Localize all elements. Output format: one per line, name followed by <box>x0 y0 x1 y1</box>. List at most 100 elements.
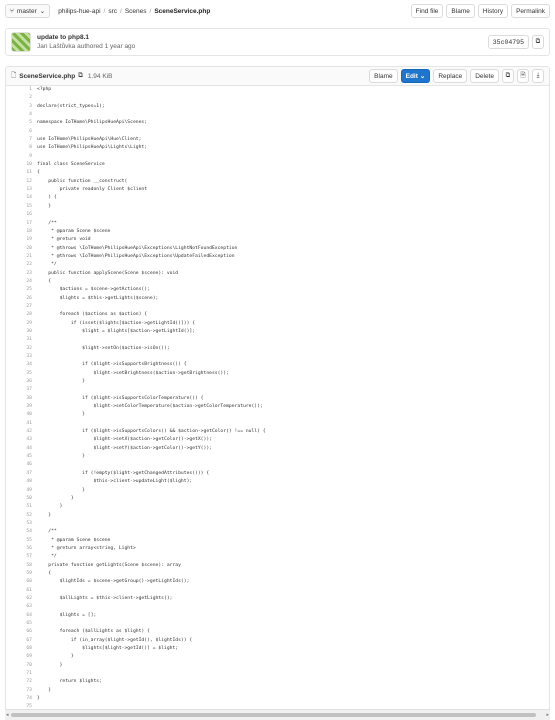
line-number[interactable]: 62 <box>6 595 37 603</box>
download-icon[interactable]: ⤓ <box>532 69 544 83</box>
line-number[interactable]: 39 <box>6 403 37 411</box>
line-number[interactable]: 22 <box>6 261 37 269</box>
line-number[interactable]: 29 <box>6 320 37 328</box>
line-number[interactable]: 60 <box>6 578 37 586</box>
line-number[interactable]: 30 <box>6 328 37 336</box>
line-number[interactable]: 63 <box>6 603 37 611</box>
line-number[interactable]: 8 <box>6 144 37 152</box>
copy-path-icon[interactable]: ⧉ <box>78 72 83 80</box>
line-number[interactable]: 71 <box>6 670 37 678</box>
line-number[interactable]: 17 <box>6 220 37 228</box>
blame-button[interactable]: Blame <box>446 4 475 18</box>
line-number[interactable]: 37 <box>6 386 37 394</box>
line-number[interactable]: 53 <box>6 520 37 528</box>
line-number[interactable]: 16 <box>6 211 37 219</box>
line-number[interactable]: 28 <box>6 311 37 319</box>
line-number[interactable]: 50 <box>6 495 37 503</box>
raw-file-icon[interactable]: 🗎 <box>517 69 529 83</box>
line-number[interactable]: 40 <box>6 411 37 419</box>
scroll-right-icon[interactable]: ▸ <box>546 712 549 718</box>
line-number[interactable]: 65 <box>6 620 37 628</box>
line-number[interactable]: 13 <box>6 186 37 194</box>
line-number[interactable]: 41 <box>6 420 37 428</box>
line-number[interactable]: 34 <box>6 361 37 369</box>
line-number[interactable]: 57 <box>6 553 37 561</box>
line-number[interactable]: 70 <box>6 662 37 670</box>
horizontal-scrollbar[interactable]: ◂ ▸ <box>5 709 550 720</box>
line-number[interactable]: 38 <box>6 395 37 403</box>
line-number[interactable]: 55 <box>6 537 37 545</box>
line-number[interactable]: 5 <box>6 119 37 127</box>
line-number[interactable]: 47 <box>6 470 37 478</box>
code-line: 64 $lights = []; <box>6 612 549 620</box>
copy-contents-icon[interactable]: ⧉ <box>502 69 514 83</box>
line-number[interactable]: 21 <box>6 253 37 261</box>
line-number[interactable]: 25 <box>6 286 37 294</box>
line-number[interactable]: 14 <box>6 194 37 202</box>
line-number[interactable]: 33 <box>6 353 37 361</box>
line-number[interactable]: 11 <box>6 169 37 177</box>
line-number[interactable]: 43 <box>6 436 37 444</box>
line-number[interactable]: 56 <box>6 545 37 553</box>
line-number[interactable]: 26 <box>6 295 37 303</box>
history-button[interactable]: History <box>477 4 509 18</box>
line-number[interactable]: 49 <box>6 487 37 495</box>
line-number[interactable]: 74 <box>6 695 37 703</box>
line-number[interactable]: 46 <box>6 461 37 469</box>
line-number[interactable]: 2 <box>6 94 37 102</box>
line-number[interactable]: 15 <box>6 203 37 211</box>
commit-title[interactable]: update to php8.1 <box>37 34 135 41</box>
line-number[interactable]: 12 <box>6 178 37 186</box>
line-number[interactable]: 24 <box>6 278 37 286</box>
avatar[interactable] <box>11 32 31 52</box>
permalink-button[interactable]: Permalink <box>511 4 550 18</box>
breadcrumb-src[interactable]: src <box>108 8 117 15</box>
breadcrumb-repo[interactable]: philips-hue-api <box>58 8 100 15</box>
line-number[interactable]: 1 <box>6 86 37 94</box>
line-number[interactable]: 48 <box>6 478 37 486</box>
copy-icon[interactable]: ⧉ <box>532 35 544 49</box>
line-number[interactable]: 66 <box>6 628 37 636</box>
code-view[interactable]: 1 <?php 2 3 declare(strict_types=1); 4 5 namesp… <box>6 86 549 712</box>
commit-sha[interactable]: 35c04795 <box>487 35 529 49</box>
line-number[interactable]: 61 <box>6 587 37 595</box>
scrollbar-thumb[interactable] <box>11 713 536 717</box>
line-number[interactable]: 3 <box>6 103 37 111</box>
line-number[interactable]: 51 <box>6 503 37 511</box>
line-number[interactable]: 23 <box>6 270 37 278</box>
line-number[interactable]: 19 <box>6 236 37 244</box>
edit-button[interactable]: Edit ⌄ <box>400 69 431 83</box>
line-number[interactable]: 9 <box>6 153 37 161</box>
replace-button[interactable]: Replace <box>433 69 468 83</box>
line-number[interactable]: 67 <box>6 637 37 645</box>
line-number[interactable]: 31 <box>6 336 37 344</box>
line-number[interactable]: 59 <box>6 570 37 578</box>
line-number[interactable]: 35 <box>6 370 37 378</box>
line-number[interactable]: 10 <box>6 161 37 169</box>
line-number[interactable]: 45 <box>6 453 37 461</box>
line-number[interactable]: 18 <box>6 228 37 236</box>
find-file-button[interactable]: Find file <box>410 4 444 18</box>
line-number[interactable]: 64 <box>6 612 37 620</box>
line-number[interactable]: 58 <box>6 562 37 570</box>
line-number[interactable]: 32 <box>6 345 37 353</box>
line-number[interactable]: 27 <box>6 303 37 311</box>
line-number[interactable]: 68 <box>6 645 37 653</box>
line-number[interactable]: 69 <box>6 653 37 661</box>
line-number[interactable]: 44 <box>6 445 37 453</box>
scroll-left-icon[interactable]: ◂ <box>6 712 9 718</box>
line-number[interactable]: 73 <box>6 687 37 695</box>
line-number[interactable]: 6 <box>6 128 37 136</box>
line-number[interactable]: 54 <box>6 528 37 536</box>
breadcrumb-scenes[interactable]: Scenes <box>125 8 147 15</box>
line-number[interactable]: 42 <box>6 428 37 436</box>
line-number[interactable]: 36 <box>6 378 37 386</box>
line-number[interactable]: 20 <box>6 245 37 253</box>
blame-file-button[interactable]: Blame <box>369 69 398 83</box>
line-number[interactable]: 52 <box>6 512 37 520</box>
branch-selector[interactable]: ⑂ master ⌄ <box>5 4 51 18</box>
line-number[interactable]: 7 <box>6 136 37 144</box>
line-number[interactable]: 72 <box>6 678 37 686</box>
delete-button[interactable]: Delete <box>470 69 499 83</box>
line-number[interactable]: 4 <box>6 111 37 119</box>
